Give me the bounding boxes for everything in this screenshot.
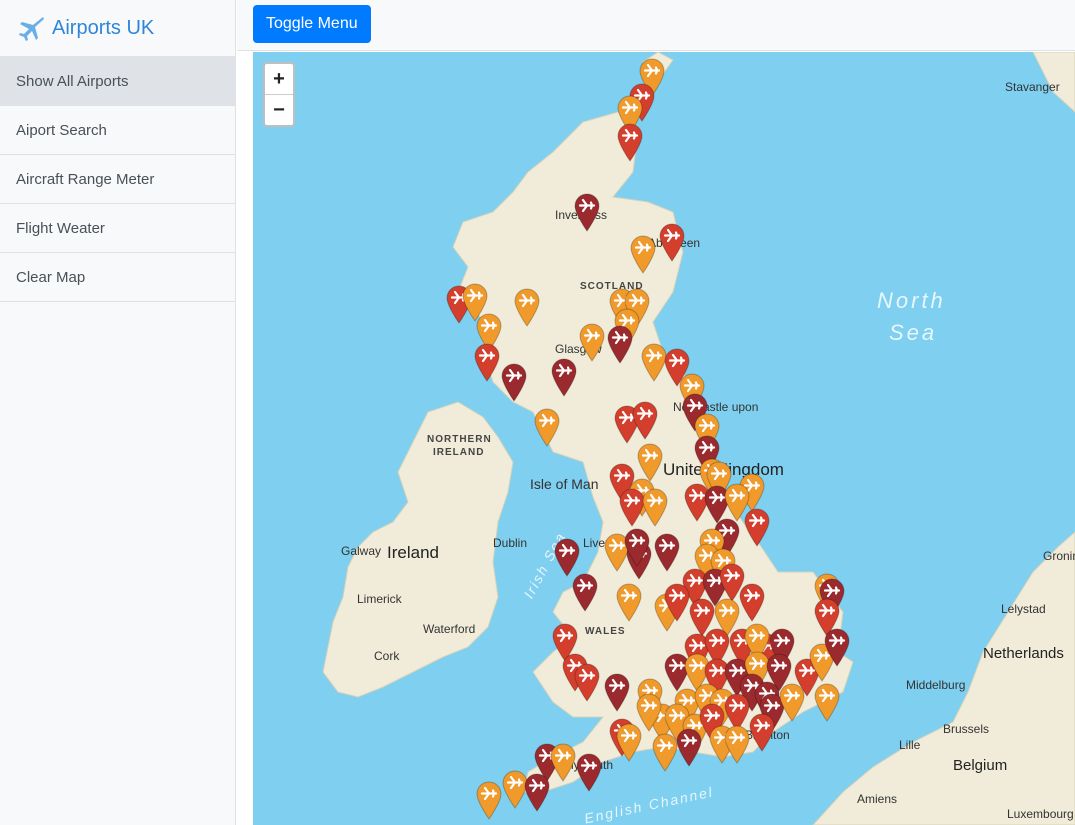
label-ireland: Ireland (387, 543, 439, 562)
airport-marker[interactable] (573, 192, 601, 232)
airport-marker[interactable] (813, 682, 841, 722)
airport-marker[interactable] (523, 772, 551, 812)
airport-marker[interactable] (748, 712, 776, 752)
airport-marker[interactable] (549, 742, 577, 782)
label-northern-ireland-2: IRELAND (433, 447, 485, 458)
airport-marker[interactable] (475, 780, 503, 820)
label-belgium: Belgium (953, 757, 1008, 774)
airport-marker[interactable] (500, 362, 528, 402)
airport-marker[interactable] (513, 287, 541, 327)
label-brussels: Brussels (943, 722, 990, 736)
label-luxembourg: Luxembourg (1007, 807, 1074, 821)
toggle-menu-button[interactable]: Toggle Menu (253, 5, 371, 43)
airport-marker[interactable] (641, 487, 669, 527)
airport-marker[interactable] (653, 532, 681, 572)
airport-marker[interactable] (571, 572, 599, 612)
zoom-control: + − (263, 62, 295, 127)
airport-marker[interactable] (823, 627, 851, 667)
airport-marker[interactable] (623, 527, 651, 567)
airport-marker[interactable] (738, 582, 766, 622)
label-lille: Lille (899, 738, 921, 752)
airport-marker[interactable] (635, 692, 663, 732)
airport-marker[interactable] (663, 582, 691, 622)
menu-aircraft-range-meter[interactable]: Aircraft Range Meter (0, 155, 235, 204)
airport-marker[interactable] (553, 537, 581, 577)
label-waterford: Waterford (423, 622, 476, 636)
sidebar: Airports UK Show All Airports Aiport Sea… (0, 0, 236, 825)
label-dublin: Dublin (493, 536, 528, 550)
airport-marker[interactable] (651, 732, 679, 772)
zoom-in-button[interactable]: + (265, 64, 293, 95)
airport-marker[interactable] (606, 324, 634, 364)
label-groningen: Groningen (1043, 549, 1075, 563)
brand-title: Airports UK (52, 16, 155, 39)
label-isle-of-man: Isle of Man (530, 476, 599, 492)
menu-airport-search[interactable]: Aiport Search (0, 106, 235, 155)
label-amiens: Amiens (857, 792, 898, 806)
label-stavanger: Stavanger (1005, 80, 1060, 94)
label-north: North (877, 288, 946, 313)
map[interactable]: + − Stavanger Inverness Aberdeen SCOTLAN… (253, 52, 1075, 825)
airport-marker[interactable] (533, 407, 561, 447)
airport-marker[interactable] (573, 662, 601, 702)
airport-marker[interactable] (658, 222, 686, 262)
label-cork: Cork (374, 649, 400, 663)
airport-marker[interactable] (636, 442, 664, 482)
label-netherlands: Netherlands (983, 645, 1064, 662)
airport-marker[interactable] (629, 234, 657, 274)
airport-marker[interactable] (603, 672, 631, 712)
label-limerick: Limerick (357, 592, 402, 606)
menu-clear-map[interactable]: Clear Map (0, 253, 235, 302)
airport-marker[interactable] (723, 724, 751, 764)
airplane-icon (19, 17, 44, 41)
airport-marker[interactable] (616, 122, 644, 162)
label-lelystad: Lelystad (1001, 602, 1046, 616)
airport-marker[interactable] (578, 322, 606, 362)
label-galway: Galway (341, 544, 382, 558)
topbar: Toggle Menu (237, 0, 1075, 51)
airport-marker[interactable] (743, 507, 771, 547)
airport-marker[interactable] (473, 342, 501, 382)
label-northern-ireland-1: NORTHERN (427, 434, 492, 445)
menu-show-all-airports[interactable]: Show All Airports (0, 57, 235, 106)
airport-marker[interactable] (675, 727, 703, 767)
brand[interactable]: Airports UK (0, 0, 235, 57)
airport-marker[interactable] (615, 582, 643, 622)
airport-marker[interactable] (778, 682, 806, 722)
menu-flight-weather[interactable]: Flight Weater (0, 204, 235, 253)
zoom-out-button[interactable]: − (265, 95, 293, 125)
airport-marker[interactable] (575, 752, 603, 792)
label-sea: Sea (889, 320, 938, 345)
airport-marker[interactable] (550, 357, 578, 397)
label-middelburg: Middelburg (906, 678, 966, 692)
label-wales: WALES (585, 626, 626, 637)
airport-marker[interactable] (631, 400, 659, 440)
